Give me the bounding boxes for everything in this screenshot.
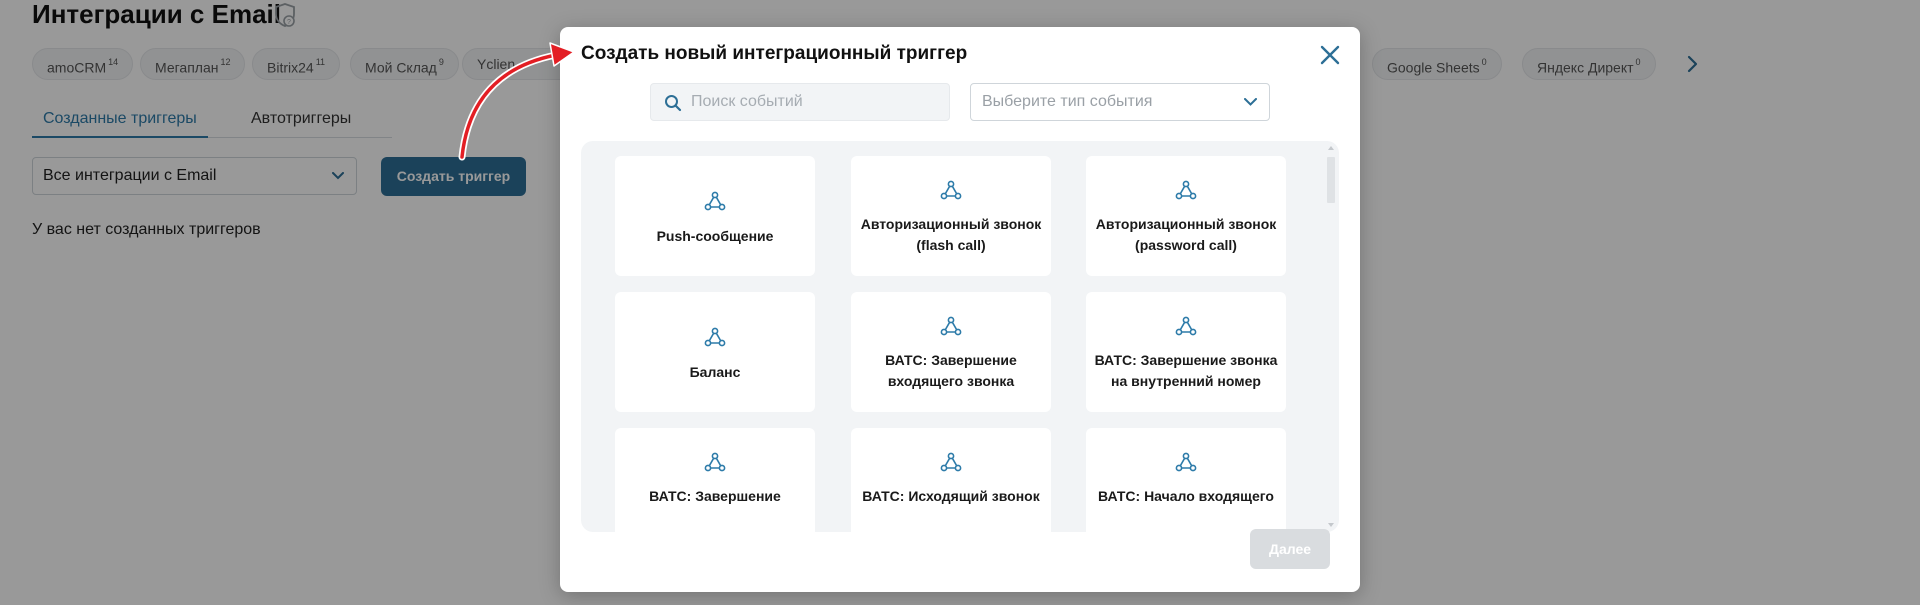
close-icon[interactable] <box>1318 43 1342 67</box>
event-card[interactable]: Авторизационный звонок (flash call) <box>851 156 1051 276</box>
event-cards-grid: Push-сообщение Авторизационный звонок (f… <box>581 141 1339 532</box>
scrollbar-thumb[interactable] <box>1327 157 1335 203</box>
scroll-down-icon[interactable] <box>1327 522 1335 528</box>
event-card-label: ВАТС: Исходящий звонок <box>862 488 1040 504</box>
webhook-icon <box>940 452 962 472</box>
event-card[interactable]: ВАТС: Завершение звонка на внутренний но… <box>1086 292 1286 412</box>
search-icon <box>665 95 682 112</box>
event-card[interactable]: ВАТС: Начало входящего <box>1086 428 1286 532</box>
cards-scrollbar[interactable] <box>1327 145 1335 528</box>
next-button[interactable]: Далее <box>1250 529 1330 569</box>
event-card[interactable]: ВАТС: Исходящий звонок <box>851 428 1051 532</box>
event-card-label: Push-сообщение <box>656 228 774 244</box>
webhook-icon <box>704 327 726 347</box>
event-card-label: ВАТС: Завершение входящего звонка <box>885 352 1017 389</box>
event-card[interactable]: Push-сообщение <box>615 156 815 276</box>
event-card-label: ВАТС: Завершение звонка на внутренний но… <box>1094 352 1278 389</box>
webhook-icon <box>704 191 726 211</box>
event-type-select[interactable]: Выберите тип события <box>970 83 1270 121</box>
search-input[interactable] <box>691 84 941 120</box>
event-search-field[interactable] <box>650 83 950 121</box>
webhook-icon <box>1175 180 1197 200</box>
webhook-icon <box>940 180 962 200</box>
event-card-label: Авторизационный звонок (password call) <box>1095 216 1277 253</box>
webhook-icon <box>704 452 726 472</box>
event-card[interactable]: ВАТС: Завершение входящего звонка <box>851 292 1051 412</box>
chevron-down-icon <box>1244 98 1257 106</box>
webhook-icon <box>940 316 962 336</box>
scroll-up-icon[interactable] <box>1327 145 1335 151</box>
event-card-label: ВАТС: Завершение <box>649 488 781 504</box>
webhook-icon <box>1175 316 1197 336</box>
create-trigger-modal: Создать новый интеграционный триггер Выб… <box>560 27 1360 592</box>
event-card[interactable]: ВАТС: Завершение <box>615 428 815 532</box>
event-card[interactable]: Авторизационный звонок (password call) <box>1086 156 1286 276</box>
event-card[interactable]: Баланс <box>615 292 815 412</box>
webhook-icon <box>1175 452 1197 472</box>
event-card-label: Авторизационный звонок (flash call) <box>860 216 1042 253</box>
modal-title: Создать новый интеграционный триггер <box>581 43 968 64</box>
event-card-label: ВАТС: Начало входящего <box>1098 488 1274 504</box>
event-card-label: Баланс <box>689 364 741 380</box>
